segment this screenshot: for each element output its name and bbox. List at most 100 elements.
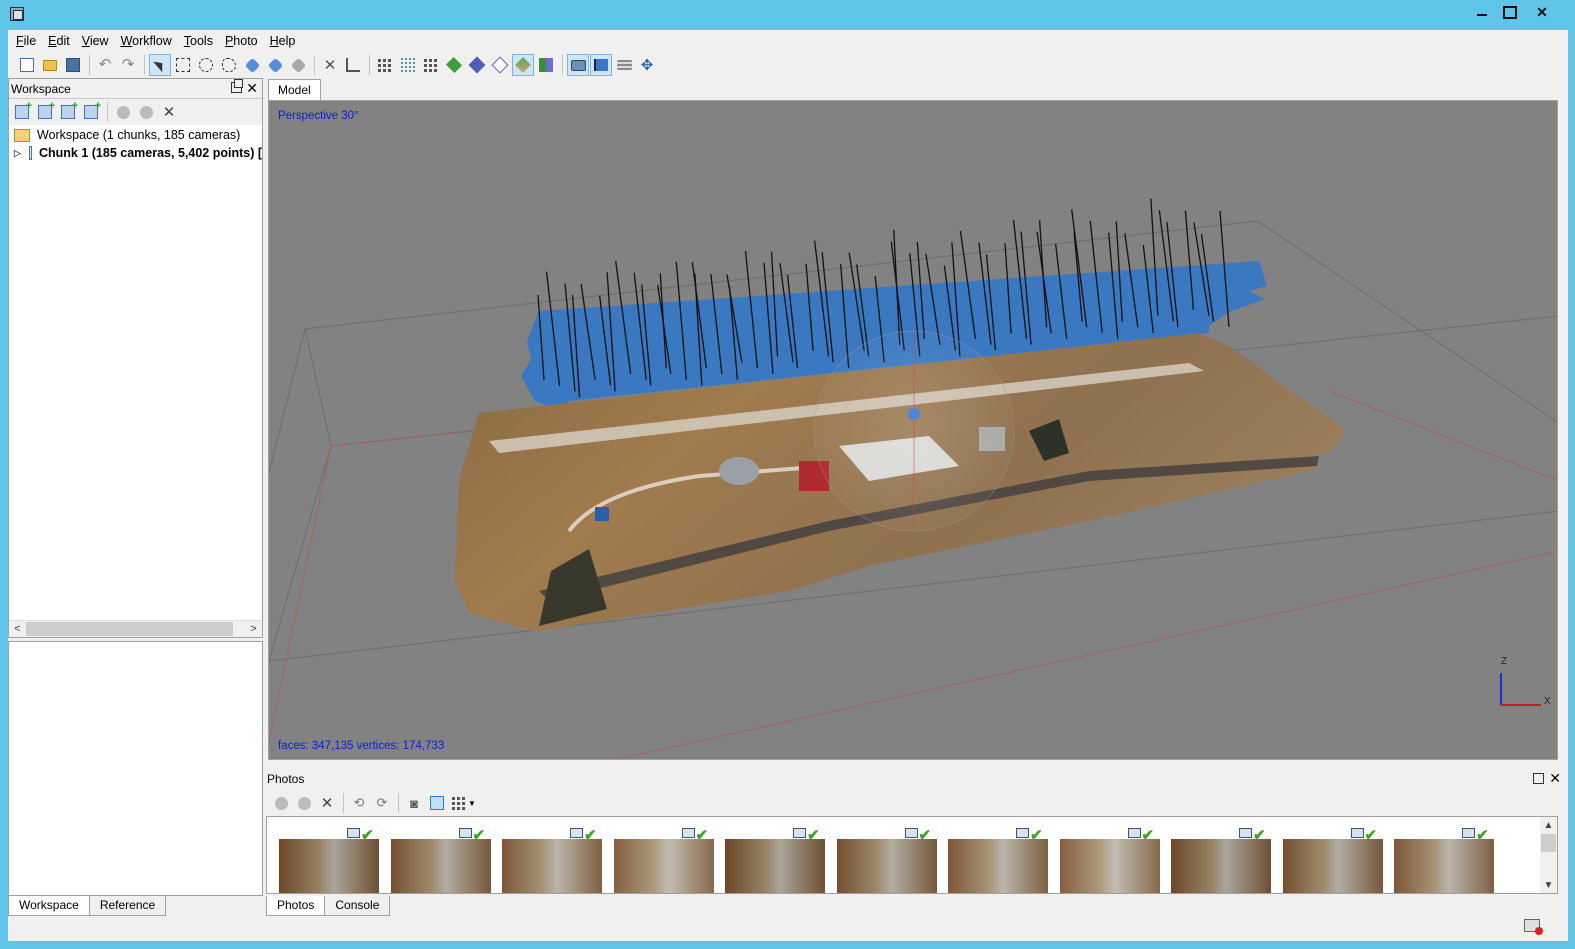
photo-thumbnail[interactable]: ✔ [1171, 827, 1271, 893]
resize-region-button[interactable] [264, 54, 286, 76]
save-button[interactable] [62, 54, 84, 76]
dense-cloud-classes-icon [424, 58, 438, 72]
photo-thumbnail[interactable]: ✔ [279, 827, 379, 893]
open-folder-icon [43, 59, 57, 71]
workspace-horizontal-scrollbar[interactable]: < > [9, 620, 262, 637]
scroll-thumb[interactable] [26, 622, 233, 636]
workspace-panel-title: Workspace [11, 81, 71, 96]
photo-thumbnail[interactable]: ✔ [1394, 827, 1494, 893]
photo-thumbnail[interactable]: ✔ [390, 827, 491, 893]
show-markers-button[interactable] [590, 54, 612, 76]
close-window-button[interactable] [1528, 0, 1556, 24]
minimize-button[interactable] [1468, 0, 1496, 24]
open-button[interactable] [39, 54, 61, 76]
menu-photo[interactable]: Photo [219, 31, 264, 51]
remove-cameras-button[interactable]: ✕ [316, 792, 338, 814]
scroll-up-icon[interactable]: ▲ [1540, 817, 1557, 833]
pointer-icon [153, 57, 167, 73]
wireframe-model-button[interactable] [489, 54, 511, 76]
free-form-selection-button[interactable] [218, 54, 240, 76]
add-markers-button[interactable] [80, 100, 102, 123]
rectangle-selection-button[interactable] [172, 54, 194, 76]
scroll-thumb[interactable] [1541, 834, 1556, 852]
add-photos-button[interactable] [34, 100, 56, 123]
disable-button[interactable] [135, 101, 157, 123]
enable-cameras-button[interactable] [270, 792, 292, 814]
axis-z-label: Z [1501, 656, 1508, 667]
rotate-region-button[interactable] [287, 54, 309, 76]
rotate-left-button[interactable]: ⟲ [348, 792, 370, 814]
show-cameras-button[interactable] [567, 54, 589, 76]
reset-view-button[interactable]: ✥ [636, 54, 658, 76]
scroll-down-icon[interactable]: ▼ [1540, 877, 1557, 893]
workspace-folder-icon [14, 128, 30, 142]
dense-cloud-classes-button[interactable] [420, 54, 442, 76]
menu-file[interactable]: File [10, 31, 42, 51]
float-photos-panel-icon[interactable] [1533, 773, 1544, 784]
undo-icon: ↶ [98, 56, 112, 73]
circle-selection-button[interactable] [195, 54, 217, 76]
tab-model[interactable]: Model [268, 79, 321, 100]
photos-vertical-scrollbar[interactable]: ▲ ▼ [1540, 817, 1557, 893]
tree-chunk-1[interactable]: ▷ Chunk 1 (185 cameras, 5,402 points) [ [9, 144, 262, 162]
scroll-left-icon[interactable]: < [9, 621, 26, 637]
enable-button[interactable] [112, 101, 134, 123]
shaded-model-button[interactable] [443, 54, 465, 76]
new-button[interactable] [16, 54, 38, 76]
disable-cameras-button[interactable] [293, 792, 315, 814]
photo-thumbnail[interactable]: ✔ [1059, 827, 1160, 893]
add-chunk-button[interactable] [11, 100, 33, 123]
camera-aligned-icon [793, 828, 806, 838]
remove-items-button[interactable]: ✕ [158, 101, 180, 123]
photo-thumbnail[interactable]: ✔ [725, 827, 825, 893]
tab-reference[interactable]: Reference [88, 896, 167, 916]
textured-model-button[interactable] [512, 54, 534, 76]
photo-thumbnail[interactable]: ✔ [613, 827, 714, 893]
tab-workspace[interactable]: Workspace [8, 896, 90, 916]
photo-image [725, 839, 825, 893]
float-panel-icon[interactable] [231, 79, 243, 93]
menu-view[interactable]: View [76, 31, 115, 51]
remove-x-icon: ✕ [320, 795, 334, 812]
photo-image [279, 839, 379, 893]
photo-thumbnail[interactable]: ✔ [502, 827, 602, 893]
undo-button[interactable]: ↶ [94, 54, 116, 76]
thumbnail-view-menu-button[interactable]: ▼ [449, 792, 479, 814]
tree-workspace-root[interactable]: Workspace (1 chunks, 185 cameras) [9, 126, 262, 144]
crop-selection-button[interactable] [342, 54, 364, 76]
redo-button[interactable]: ↷ [117, 54, 139, 76]
show-shapes-button[interactable] [613, 54, 635, 76]
model-viewport[interactable]: Perspective 30° faces: 347,135 vertices:… [268, 100, 1558, 760]
photo-thumbnail[interactable]: ✔ [948, 827, 1048, 893]
point-cloud-button[interactable] [374, 54, 396, 76]
delete-selection-button[interactable]: ✕ [319, 54, 341, 76]
rotate-right-button[interactable]: ⟳ [371, 792, 393, 814]
menu-edit[interactable]: Edit [42, 31, 76, 51]
photos-toolbar: ✕ ⟲ ⟳ ◙ ▼ [266, 790, 1566, 816]
maximize-button[interactable] [1496, 0, 1524, 24]
filter-photos-button[interactable]: ◙ [403, 792, 425, 814]
photo-thumbnail[interactable]: ✔ [1282, 827, 1383, 893]
expand-arrow-icon[interactable]: ▷ [14, 148, 21, 159]
camera-aligned-icon [1016, 828, 1029, 838]
photos-panel-header: Photos ✕ [266, 769, 1566, 789]
tiled-model-button[interactable] [535, 54, 557, 76]
menu-help[interactable]: Help [264, 31, 302, 51]
solid-model-button[interactable] [466, 54, 488, 76]
navigation-tool-button[interactable] [149, 54, 171, 76]
tab-console[interactable]: Console [324, 896, 391, 916]
close-panel-icon[interactable]: ✕ [246, 80, 258, 97]
camera-aligned-icon [570, 828, 583, 838]
menu-tools[interactable]: Tools [178, 31, 219, 51]
dense-cloud-button[interactable] [397, 54, 419, 76]
model-tab-bar: Model [266, 78, 1566, 100]
close-photos-panel-icon[interactable]: ✕ [1549, 770, 1561, 787]
move-region-button[interactable] [241, 54, 263, 76]
scroll-right-icon[interactable]: > [245, 621, 262, 637]
reset-filter-button[interactable] [426, 792, 448, 814]
menu-workflow[interactable]: Workflow [115, 31, 178, 51]
tab-photos[interactable]: Photos [266, 896, 326, 916]
photo-thumbnail[interactable]: ✔ [836, 827, 937, 893]
add-folder-button[interactable] [57, 100, 79, 123]
main-toolbar: ↶ ↷ ✕ ✥ [8, 52, 1568, 78]
